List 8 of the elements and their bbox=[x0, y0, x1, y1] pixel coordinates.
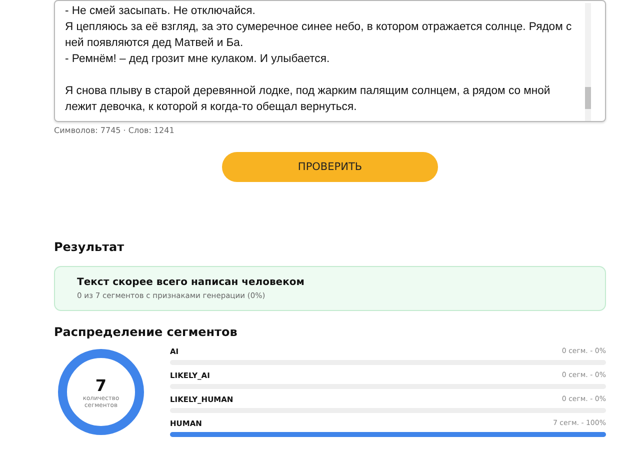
result-heading: Результат bbox=[54, 240, 126, 254]
distribution-heading: Распределение сегментов bbox=[54, 325, 238, 339]
verdict-text: Текст скорее всего написан человеком bbox=[77, 277, 306, 288]
text-area[interactable]: - Не смей засыпать. Не отключайся. Я цепляюсь за её взгляд, за это сумеречное синее небо, в котором отражается солнце. Рядом с ней появляются дед Матвей и Ба. - Ремнём! – дед грозит мне кулаком. И улыбается. Я снова плыву в старой деревянной лодке, под жарким палящим солнцем, а рядом со мной лежит девочка, к которой я когда-то обещал вернуться. bbox=[54, 0, 606, 122]
character-counter: Символов: 7745 · Слов: 1241 bbox=[54, 126, 176, 135]
scrollbar[interactable] bbox=[585, 3, 591, 121]
check-button[interactable]: ПРОВЕРИТЬ bbox=[222, 152, 438, 182]
segment-total: 7 bbox=[95, 376, 107, 394]
